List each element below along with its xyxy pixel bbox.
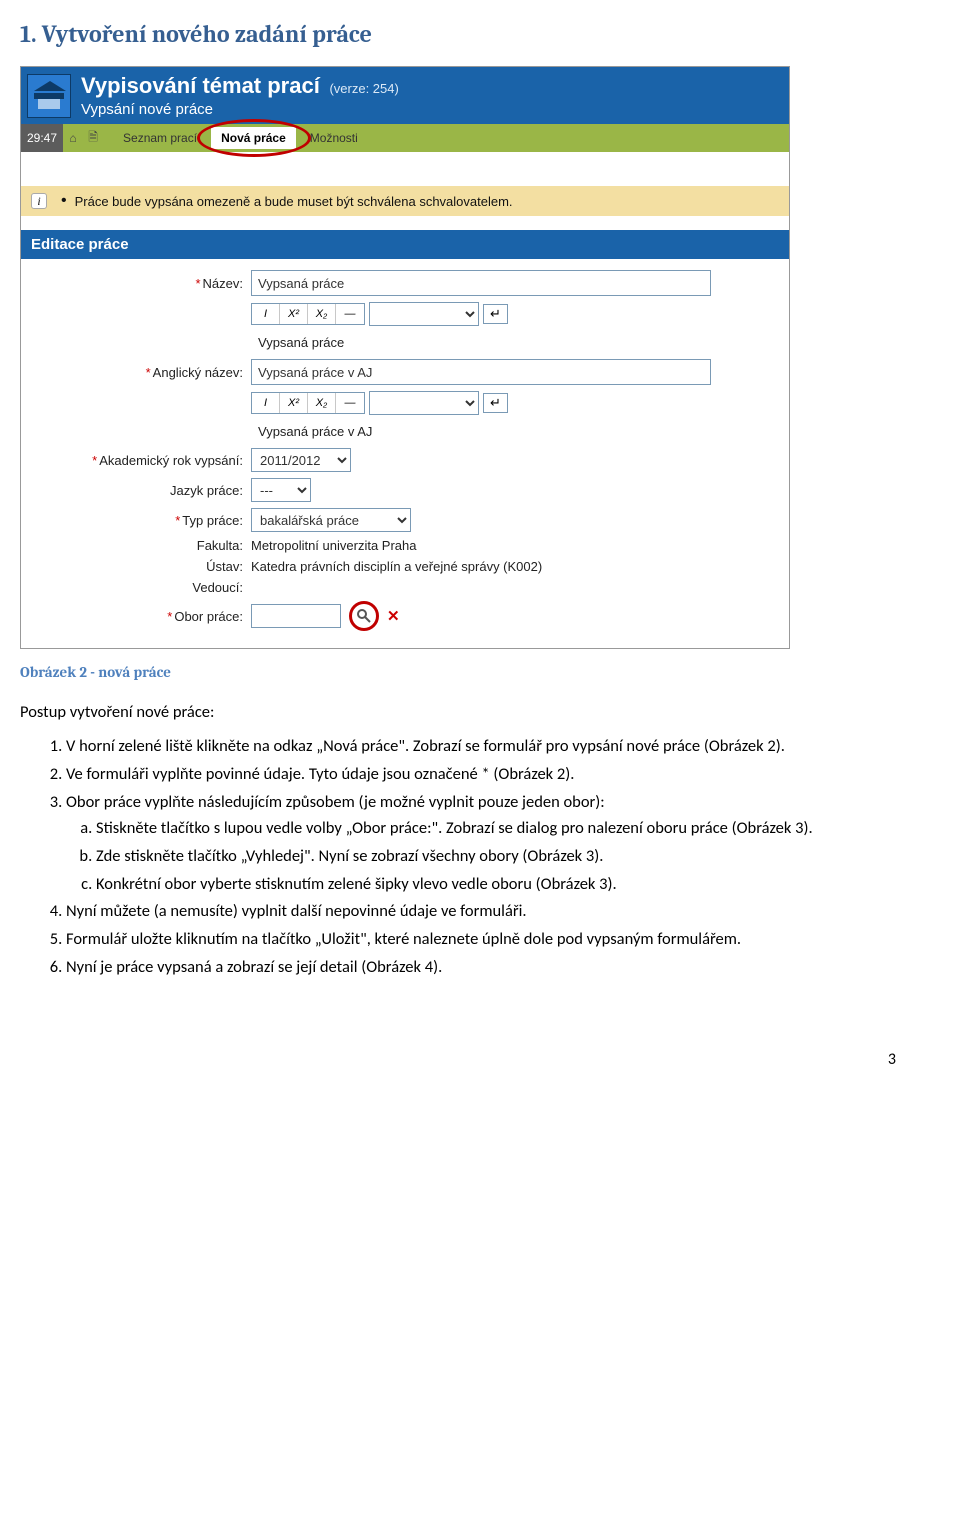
select-type[interactable]: bakalářská práce xyxy=(251,508,411,532)
home-icon[interactable]: ⌂ xyxy=(63,131,83,145)
clear-icon[interactable]: ✕ xyxy=(387,607,400,625)
form-section-title: Editace práce xyxy=(21,230,789,259)
fmt-sup-icon[interactable]: X² xyxy=(280,304,308,324)
label-faculty: Fakulta: xyxy=(197,538,243,553)
label-name-en: Anglický název: xyxy=(153,365,243,380)
info-text: Práce bude vypsána omezeně a bude muset … xyxy=(75,194,513,209)
session-timer: 29:47 xyxy=(21,124,63,152)
step-5: Formulář uložte kliknutím na tlačítko „U… xyxy=(66,928,900,952)
input-name-en[interactable] xyxy=(251,359,711,385)
figure-caption: Obrázek 2 - nová práce xyxy=(20,663,900,681)
app-subtitle: Vypsání nové práce xyxy=(81,101,399,118)
fmt-italic-icon[interactable]: I xyxy=(252,304,280,324)
readonly-name-en: Vypsaná práce v AJ xyxy=(251,421,711,442)
app-header: Vypisování témat prací (verze: 254) Vyps… xyxy=(21,67,789,124)
tab-bar: 29:47 ⌂ 🗎 Seznam prací Nová práce Možnos… xyxy=(21,124,789,152)
screenshot-figure: Vypisování témat prací (verze: 254) Vyps… xyxy=(20,66,790,649)
step-6: Nyní je práce vypsaná a zobrazí se její … xyxy=(66,956,900,980)
app-title: Vypisování témat prací xyxy=(81,73,320,98)
step-3a: Stiskněte tlačítko s lupou vedle volby „… xyxy=(96,817,900,841)
page-number: 3 xyxy=(20,1050,900,1069)
label-year: Akademický rok vypsání: xyxy=(99,453,243,468)
lead-text: Postup vytvoření nové práce: xyxy=(20,701,900,725)
select-year[interactable]: 2011/2012 xyxy=(251,448,351,472)
step-3b: Zde stiskněte tlačítko „Vyhledej". Nyní … xyxy=(96,845,900,869)
input-name[interactable] xyxy=(251,270,711,296)
form-body: *Název: I X² X₂ — ↵ Vypsaná práce *Angli… xyxy=(21,259,789,648)
step-4: Nyní můžete (a nemusíte) vyplnit další n… xyxy=(66,900,900,924)
value-dept: Katedra právních disciplín a veřejné spr… xyxy=(251,559,542,574)
app-version: (verze: 254) xyxy=(329,81,398,96)
format-select-name-en[interactable] xyxy=(369,391,479,415)
readonly-name: Vypsaná práce xyxy=(251,332,711,353)
format-select-name[interactable] xyxy=(369,302,479,326)
fmt-sub-icon[interactable]: X₂ xyxy=(308,393,336,413)
select-lang[interactable]: --- xyxy=(251,478,311,502)
sitemap-icon[interactable]: 🗎 xyxy=(83,128,103,149)
app-logo-icon xyxy=(27,74,71,118)
step-2: Ve formuláři vyplňte povinné údaje. Tyto… xyxy=(66,763,900,787)
label-lang: Jazyk práce: xyxy=(170,483,243,498)
format-toolbar-name-en[interactable]: I X² X₂ — xyxy=(251,392,365,414)
tab-list[interactable]: Seznam prací xyxy=(109,131,211,145)
label-dept: Ústav: xyxy=(206,559,243,574)
info-banner: i • Práce bude vypsána omezeně a bude mu… xyxy=(21,186,789,216)
value-faculty: Metropolitní univerzita Praha xyxy=(251,538,416,553)
tab-new-active[interactable]: Nová práce xyxy=(211,127,296,149)
tab-new-label: Nová práce xyxy=(221,131,286,145)
fmt-dash-icon[interactable]: — xyxy=(336,393,364,413)
section-heading: 1. Vytvoření nového zadání práce xyxy=(20,20,900,48)
label-supervisor: Vedoucí: xyxy=(192,580,243,595)
step-1: V horní zelené liště klikněte na odkaz „… xyxy=(66,735,900,759)
annotation-circle-lupa xyxy=(349,601,379,631)
input-field[interactable] xyxy=(251,604,341,628)
step-3: Obor práce vyplňte následujícím způsobem… xyxy=(66,791,900,897)
instructions: Postup vytvoření nové práce: V horní zel… xyxy=(20,701,900,980)
fmt-sub-icon[interactable]: X₂ xyxy=(308,304,336,324)
fmt-sup-icon[interactable]: X² xyxy=(280,393,308,413)
magnifier-icon[interactable] xyxy=(356,608,372,624)
format-toolbar-name[interactable]: I X² X₂ — xyxy=(251,303,365,325)
step-3c: Konkrétní obor vyberte stisknutím zelené… xyxy=(96,873,900,897)
fmt-italic-icon[interactable]: I xyxy=(252,393,280,413)
fmt-dash-icon[interactable]: — xyxy=(336,304,364,324)
label-field: Obor práce: xyxy=(174,609,243,624)
label-name: Název: xyxy=(203,276,243,291)
info-icon: i xyxy=(31,193,47,209)
label-type: Typ práce: xyxy=(182,513,243,528)
tab-options[interactable]: Možnosti xyxy=(296,131,372,145)
